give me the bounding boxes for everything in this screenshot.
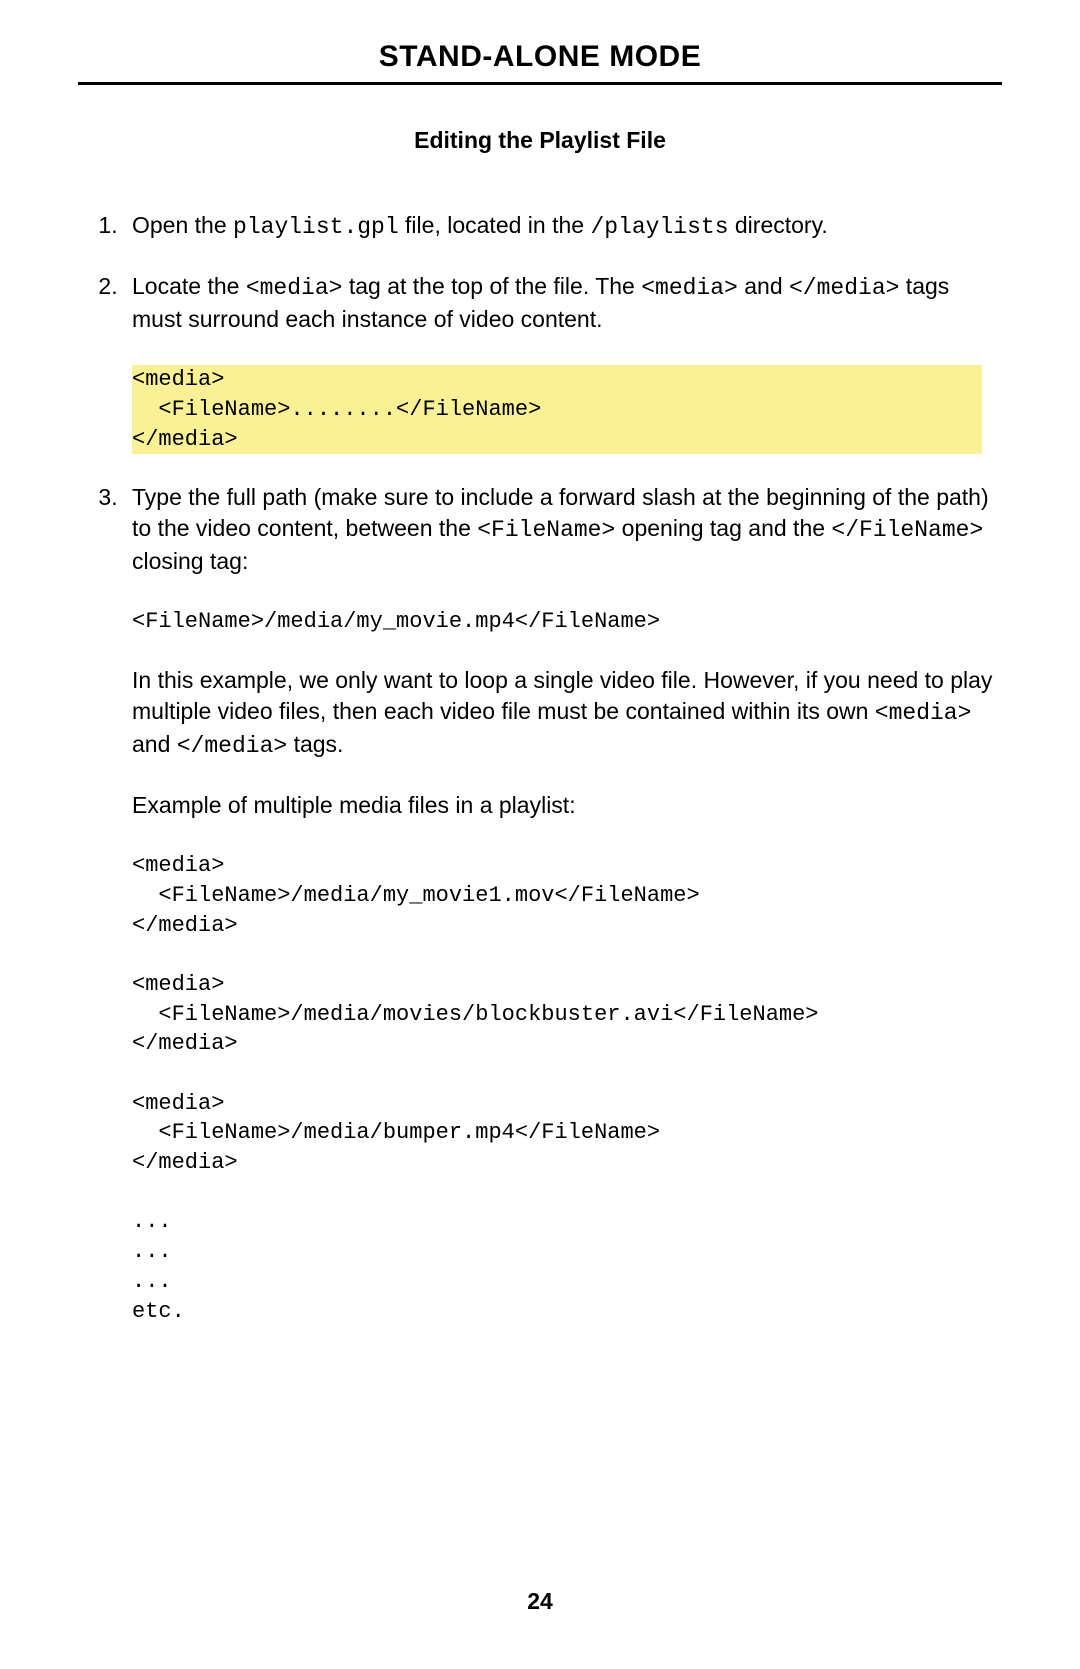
header-divider — [78, 82, 1002, 85]
code-block: <FileName>/media/my_movie.mp4</FileName> — [132, 607, 1002, 637]
text: tag at the top of the ﬁle. The — [342, 273, 641, 299]
text: Locate the — [132, 273, 246, 299]
code-inline: <media> — [641, 275, 738, 301]
code-inline: <media> — [246, 275, 343, 301]
paragraph: Example of multiple media ﬁles in a play… — [132, 790, 1002, 821]
paragraph: In this example, we only want to loop a … — [132, 665, 1002, 762]
page-number: 24 — [0, 1588, 1080, 1615]
code-line: <FileName>........</FileName> — [132, 395, 982, 425]
text: and — [738, 273, 789, 299]
step-1: Open the playlist.gpl ﬁle, located in th… — [124, 210, 1002, 243]
instruction-list: Open the playlist.gpl ﬁle, located in th… — [78, 210, 1002, 1326]
text: directory. — [729, 212, 828, 238]
text: In this example, we only want to loop a … — [132, 667, 992, 724]
code-inline: </media> — [177, 733, 287, 759]
code-block: <media> <FileName>/media/my_movie1.mov</… — [132, 851, 1002, 1326]
text: opening tag and the — [615, 515, 831, 541]
code-inline: <media> — [875, 700, 972, 726]
code-inline: </FileName> — [831, 517, 983, 543]
code-inline: <FileName> — [477, 517, 615, 543]
text: Open the — [132, 212, 233, 238]
page-header-title: STAND-ALONE MODE — [78, 40, 1002, 82]
step-2: Locate the <media> tag at the top of the… — [124, 271, 1002, 454]
text: tags. — [287, 731, 343, 757]
text: and — [132, 731, 177, 757]
text: closing tag: — [132, 548, 248, 574]
code-line: </media> — [132, 425, 982, 455]
section-subtitle: Editing the Playlist File — [78, 127, 1002, 154]
text: ﬁle, located in the — [399, 212, 591, 238]
step-3: Type the full path (make sure to include… — [124, 482, 1002, 1326]
code-inline: /playlists — [590, 214, 728, 240]
code-inline: </media> — [789, 275, 899, 301]
code-inline: playlist.gpl — [233, 214, 399, 240]
code-block-highlighted: <media> <FileName>........</FileName> </… — [132, 365, 982, 454]
code-line: <media> — [132, 365, 982, 395]
